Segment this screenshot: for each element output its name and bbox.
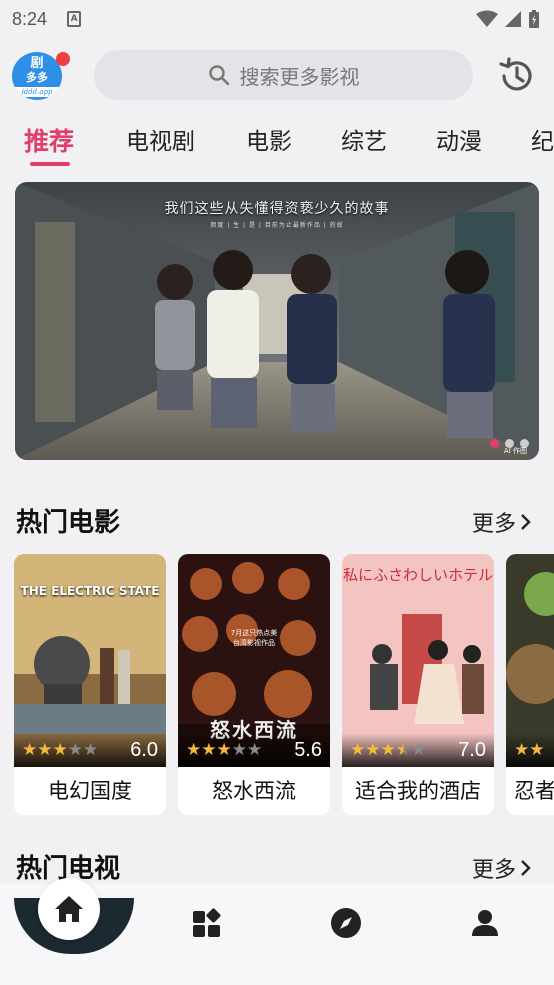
star-rating: ★★ (514, 740, 545, 760)
nav-discover[interactable] (329, 906, 363, 940)
banner-title: 我们这些从失懂得资亵少久的故事 (164, 201, 390, 217)
notification-badge (56, 52, 70, 66)
poster-title: THE ELECTRIC STATE (20, 584, 160, 598)
category-tabs: 推荐 电视剧 电影 综艺 动漫 纪 (0, 112, 554, 168)
app-logo[interactable]: 剧 多多 jddd.app (12, 52, 62, 100)
status-bar: 8:24 A (0, 0, 554, 38)
signal-icon (505, 11, 521, 27)
movie-title: 电幻国度 (48, 779, 132, 803)
poster-tagline: 台湾影视作品 (233, 639, 275, 647)
tab-tv-series[interactable]: 电视剧 (126, 122, 195, 156)
movie-title: 适合我的酒店 (355, 779, 481, 803)
rating-bar: ★★★★★ 6.0 (14, 733, 166, 767)
rating-bar: ★★★★★ 5.6 (178, 733, 330, 767)
movie-score: 6.0 (130, 738, 158, 761)
hot-tv-more-button[interactable]: 更多 (472, 852, 532, 884)
status-icons (476, 9, 540, 29)
poster-tagline: 7月这只热点美 (230, 629, 278, 637)
tab-variety[interactable]: 综艺 (341, 122, 387, 156)
movie-card[interactable]: 7月这只热点美 台湾影视作品 怒水西流 ★★★★★ 5.6 怒水西流 (178, 554, 330, 815)
notification-icon: A (67, 11, 82, 27)
status-time: 8:24 (12, 8, 48, 29)
movie-title: 忍者 (514, 779, 554, 803)
ai-tag: AI 作图 (503, 447, 527, 455)
user-icon (472, 910, 498, 936)
nav-profile[interactable] (468, 906, 502, 940)
star-rating: ★★★★★ (22, 740, 99, 760)
movie-score: 7.0 (458, 738, 486, 761)
logo-text-1: 剧 (30, 56, 44, 71)
carousel-dot[interactable] (490, 439, 499, 448)
search-bar[interactable]: 搜索更多影视 (94, 50, 473, 100)
star-rating: ★★★★★ (350, 740, 427, 760)
categories-icon (193, 908, 221, 937)
logo-text-2: 多多 (26, 71, 48, 84)
chevron-right-icon (521, 514, 531, 530)
nav-home[interactable] (38, 878, 100, 940)
home-icon (55, 896, 83, 922)
tab-recommend[interactable]: 推荐 (24, 122, 74, 158)
active-tab-indicator (30, 162, 70, 166)
chevron-right-icon (521, 860, 531, 876)
hot-movies-more-button[interactable]: 更多 (472, 506, 532, 538)
movie-card[interactable]: ★★ 忍者 (506, 554, 554, 815)
hot-movies-title: 热门电影 (16, 508, 121, 538)
logo-text-3: jddd.app (12, 87, 62, 97)
rating-bar: ★★ (506, 733, 554, 767)
wifi-icon (476, 10, 498, 27)
movie-card[interactable]: THE ELECTRIC STATE ★★★★★ 6.0 电幻国度 (14, 554, 166, 815)
tab-movies[interactable]: 电影 (246, 122, 292, 156)
tab-anime[interactable]: 动漫 (436, 122, 482, 156)
nav-categories[interactable] (190, 906, 224, 940)
star-rating: ★★★★★ (186, 740, 263, 760)
tab-documentary[interactable]: 纪 (531, 122, 554, 156)
more-label: 更多 (471, 512, 516, 537)
battery-icon (529, 10, 539, 28)
poster-title: 私にふさわしいホテル (342, 566, 493, 584)
banner-subtitle: 颜度 | 生 | 是 | 目前为止最新作品 | 的故 (210, 222, 344, 229)
hero-banner[interactable]: 我们这些从失懂得资亵少久的故事 颜度 | 生 | 是 | 目前为止最新作品 | … (15, 182, 539, 460)
movie-card[interactable]: 私にふさわしいホテル ★★★★★ 7.0 适合我的酒店 (342, 554, 494, 815)
movie-score: 5.6 (294, 738, 322, 761)
more-label: 更多 (471, 858, 516, 883)
hot-movies-list: THE ELECTRIC STATE ★★★★★ 6.0 电幻国度 7月这只热点… (14, 554, 554, 816)
search-placeholder: 搜索更多影视 (239, 64, 360, 89)
app-header: 剧 多多 jddd.app 搜索更多影视 (0, 38, 554, 112)
compass-icon (331, 908, 361, 938)
rating-bar: ★★★★★ 7.0 (342, 733, 494, 767)
search-icon (208, 65, 229, 86)
movie-title: 怒水西流 (212, 779, 296, 803)
history-icon[interactable] (497, 56, 537, 96)
